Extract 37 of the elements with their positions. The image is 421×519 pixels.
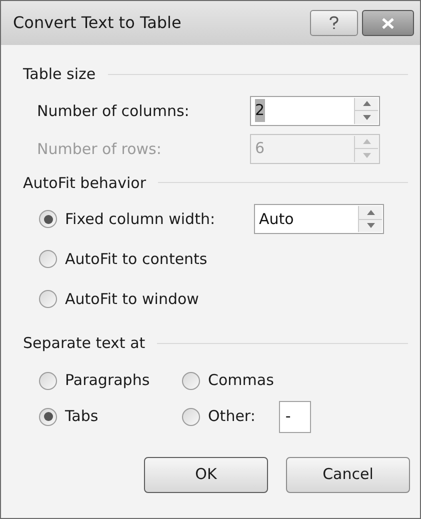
window-title: Convert Text to Table: [13, 12, 182, 34]
spin-buttons[interactable]: [358, 206, 382, 232]
radio-button[interactable]: [39, 408, 57, 426]
dialog-button[interactable]: Cancel: [286, 456, 410, 492]
field-label: Number of columns:: [37, 102, 190, 120]
spin-field[interactable]: Auto: [254, 204, 384, 234]
spin-buttons[interactable]: [354, 98, 378, 124]
option-label: AutoFit to window: [65, 290, 199, 308]
radio-button[interactable]: [182, 372, 200, 390]
option-label: Tabs: [65, 406, 98, 428]
option-label: Other:: [208, 406, 256, 428]
dialog-button[interactable]: OK: [144, 456, 268, 492]
close-icon: [381, 18, 395, 28]
option-label: AutoFit to contents: [65, 250, 208, 268]
help-button[interactable]: [310, 10, 358, 36]
question-mark-icon: [329, 16, 339, 30]
option-label: Commas: [208, 370, 274, 392]
group-heading: Table size: [23, 64, 96, 85]
option-label: Fixed column width:: [65, 210, 216, 228]
group-heading: AutoFit behavior: [23, 172, 146, 194]
spin-field[interactable]: 2: [250, 96, 380, 126]
field-label: Number of rows:: [37, 140, 162, 158]
down-arrow-icon: [362, 152, 370, 158]
radio-button[interactable]: [39, 210, 57, 228]
radio-button[interactable]: [39, 290, 57, 308]
down-arrow-icon: [366, 223, 374, 228]
down-arrow-icon: [362, 114, 370, 120]
input-field[interactable]: -: [279, 400, 312, 432]
group-heading: Separate text at: [23, 333, 146, 354]
up-arrow-icon: [366, 210, 374, 215]
radio-button[interactable]: [39, 372, 57, 390]
up-arrow-icon: [362, 139, 370, 144]
radio-button[interactable]: [182, 408, 200, 426]
close-button[interactable]: [362, 10, 414, 36]
option-label: Paragraphs: [65, 370, 150, 392]
radio-button[interactable]: [39, 250, 57, 268]
up-arrow-icon: [362, 101, 370, 106]
